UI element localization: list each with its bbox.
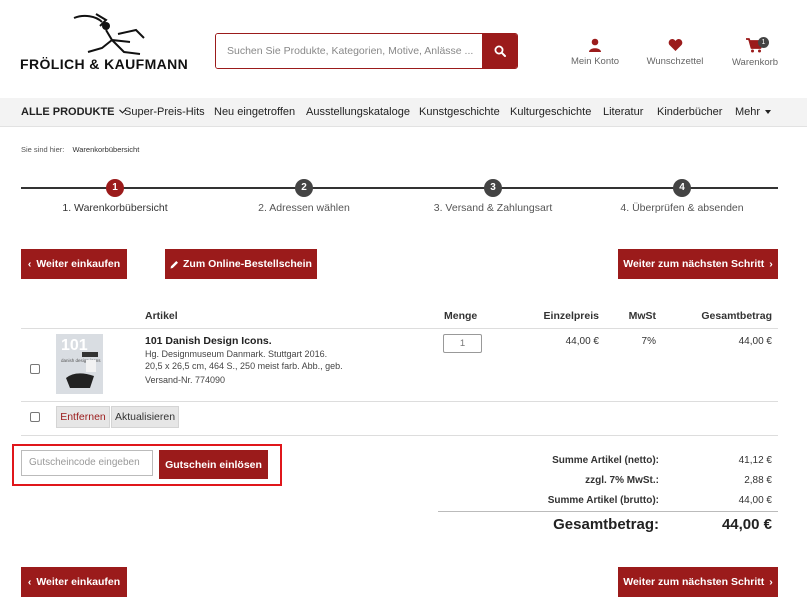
cart-count-badge: 1 [758,37,769,48]
column-header-unit-price: Einzelpreis [543,310,599,322]
chevron-right-icon: › [769,576,773,588]
step-3-label: 3. Versand & Zahlungsart [433,202,553,214]
summary-gross-value: 44,00 € [738,495,772,506]
user-icon [589,38,601,52]
divider [21,328,778,329]
divider [21,401,778,402]
step-2-label: 2. Adressen wählen [258,202,350,214]
account-link[interactable]: Mein Konto [560,38,630,67]
summary-net-label: Summe Artikel (netto): [552,455,659,466]
site-header: FRÖLICH & KAUFMANN Mein Konto Wunschzett… [0,0,807,98]
chevron-right-icon: › [769,258,773,270]
divider [438,511,778,512]
continue-shopping-button-bottom[interactable]: ‹ Weiter einkaufen [21,567,127,597]
nav-item-kunstgeschichte[interactable]: Kunstgeschichte [419,106,500,118]
pencil-icon [170,260,179,268]
update-button[interactable]: Aktualisieren [111,406,179,428]
logo[interactable]: FRÖLICH & KAUFMANN [20,12,196,72]
wishlist-label: Wunschzettel [646,56,704,67]
search-bar [215,33,518,69]
line-total: 44,00 € [738,336,772,347]
breadcrumb: Sie sind hier: Warenkorbübersicht [21,145,139,154]
next-step-button-bottom[interactable]: Weiter zum nächsten Schritt › [618,567,778,597]
jester-logo-icon [73,13,145,55]
cover-number: 101 [61,337,88,354]
cart-link[interactable]: 1 Warenkorb [720,37,790,68]
step-1-circle: 1 [106,179,124,197]
column-header-article: Artikel [145,310,178,322]
book-cover-icon: 101 danish design icons [56,334,103,394]
select-all-checkbox[interactable] [30,412,40,422]
nav-item-super-preis-hits[interactable]: Super-Preis-Hits [124,106,205,118]
quantity-input[interactable]: 1 [443,334,482,353]
voucher-code-input[interactable]: Gutscheincode eingeben [21,450,153,476]
breadcrumb-current: Warenkorbübersicht [72,145,140,154]
column-header-total: Gesamtbetrag [701,310,772,322]
search-icon [494,45,506,57]
column-header-quantity: Menge [444,310,478,322]
cart-label: Warenkorb [731,57,779,68]
progress-line [21,187,778,189]
step-4-circle: 4 [673,179,691,197]
search-input[interactable] [216,34,483,68]
nav-item-ausstellungskataloge[interactable]: Ausstellungskataloge [306,106,410,118]
nav-item-neu-eingetroffen[interactable]: Neu eingetroffen [214,106,295,118]
summary-vat-label: zzgl. 7% MwSt.: [585,475,659,486]
step-3-circle: 3 [484,179,502,197]
summary-gross-label: Summe Artikel (brutto): [547,495,659,506]
item-select-checkbox[interactable] [30,364,40,374]
grand-total-label: Gesamtbetrag: [553,516,659,533]
chevron-left-icon: ‹ [27,258,32,270]
summary-net-value: 41,12 € [738,455,772,466]
logo-text: FRÖLICH & KAUFMANN [20,56,189,72]
online-order-form-button[interactable]: Zum Online-Bestellschein [165,249,317,279]
caret-down-icon [765,110,772,114]
continue-shopping-button-top[interactable]: ‹ Weiter einkaufen [21,249,127,279]
next-step-button-top[interactable]: Weiter zum nächsten Schritt › [618,249,778,279]
nav-item-all-products[interactable]: ALLE PRODUKTE [21,106,126,118]
summary-vat-value: 2,88 € [744,475,772,486]
redeem-voucher-button[interactable]: Gutschein einlösen [159,450,268,479]
product-publisher: Hg. Designmuseum Danmark. Stuttgart 2016… [145,349,328,359]
column-header-vat: MwSt [628,310,656,322]
main-navigation: ALLE PRODUKTE Super-Preis-Hits Neu einge… [0,98,807,127]
vat-rate: 7% [641,336,656,347]
product-cover-image[interactable]: 101 danish design icons [56,334,103,394]
breadcrumb-prefix: Sie sind hier: [21,145,65,154]
nav-item-mehr[interactable]: Mehr [735,106,772,118]
grand-total-value: 44,00 € [721,516,772,533]
step-4-label: 4. Überprüfen & absenden [620,202,744,214]
chevron-left-icon: ‹ [27,576,32,588]
nav-item-kinderbuecher[interactable]: Kinderbücher [657,106,722,118]
product-article-number: Versand-Nr. 774090 [145,375,226,385]
nav-item-kulturgeschichte[interactable]: Kulturgeschichte [510,106,591,118]
unit-price: 44,00 € [565,336,599,347]
step-1-label: 1. Warenkorbübersicht [62,202,168,214]
account-label: Mein Konto [570,56,620,67]
search-button[interactable] [482,34,517,68]
remove-button[interactable]: Entfernen [56,406,110,428]
heart-icon [668,38,682,51]
step-2-circle: 2 [295,179,313,197]
divider [21,435,778,436]
wishlist-link[interactable]: Wunschzettel [640,38,710,67]
product-format: 20,5 x 26,5 cm, 464 S., 250 meist farb. … [145,361,343,371]
product-title[interactable]: 101 Danish Design Icons. [145,335,272,347]
nav-item-literatur[interactable]: Literatur [603,106,643,118]
